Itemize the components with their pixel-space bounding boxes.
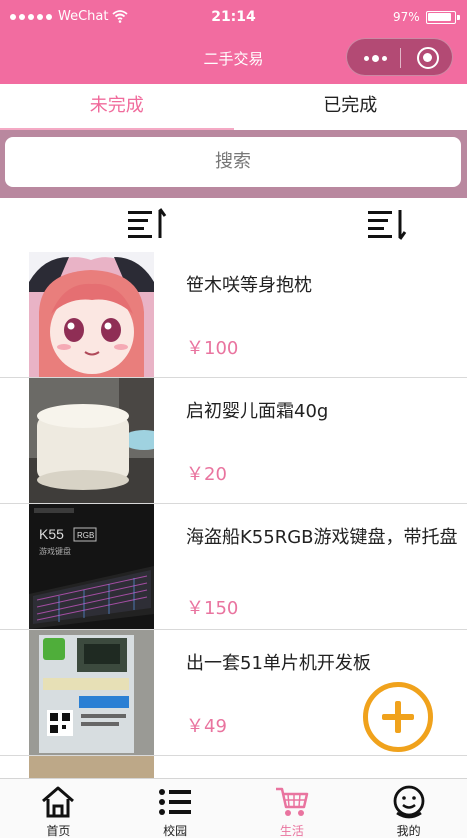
add-item-button[interactable] bbox=[363, 682, 433, 752]
capsule-divider bbox=[400, 48, 401, 68]
product-price: ￥49 bbox=[186, 716, 227, 737]
keyboard-box-model: K55 bbox=[39, 526, 64, 542]
tabbar-label: 生活 bbox=[279, 824, 304, 838]
keyboard-box-subtitle: 游戏键盘 bbox=[39, 546, 71, 556]
product-title: 启初婴儿面霜40g bbox=[186, 401, 329, 422]
sort-descending-icon[interactable] bbox=[366, 207, 410, 243]
search-bar: 搜索 bbox=[0, 130, 467, 198]
sort-ascending-icon[interactable] bbox=[126, 207, 170, 243]
list-icon bbox=[159, 789, 192, 815]
product-image-partial bbox=[29, 756, 154, 778]
list-item[interactable]: 启初婴儿面霜40g ￥20 bbox=[0, 378, 467, 504]
tabbar-mine[interactable]: 我的 bbox=[350, 779, 467, 838]
miniprogram-capsule bbox=[346, 38, 453, 76]
battery-icon bbox=[426, 11, 460, 24]
product-title: 海盗船K55RGB游戏键盘，带托盘 bbox=[186, 527, 458, 548]
tabbar-campus[interactable]: 校园 bbox=[117, 779, 234, 838]
bottom-tab-bar: 首页 校园 生活 我的 bbox=[0, 778, 467, 838]
status-bar: WeChat 21:14 97% bbox=[0, 0, 467, 36]
user-icon bbox=[393, 785, 425, 819]
list-item[interactable]: K55 RGB 游戏键盘 海盗船K55RGB游戏键盘，带托盘 ￥150 bbox=[0, 504, 467, 630]
home-icon bbox=[42, 786, 75, 818]
product-price: ￥100 bbox=[186, 338, 239, 359]
more-options-icon[interactable] bbox=[364, 55, 387, 62]
top-header: WeChat 21:14 97% 二手交易 bbox=[0, 0, 467, 84]
product-title: 笹木咲等身抱枕 bbox=[186, 275, 312, 296]
tabbar-label: 首页 bbox=[46, 824, 71, 838]
product-image-devboard bbox=[29, 630, 154, 755]
tab-unfinished[interactable]: 未完成 bbox=[0, 84, 234, 132]
tab-finished[interactable]: 已完成 bbox=[234, 84, 467, 130]
product-title: 出一套51单片机开发板 bbox=[186, 653, 371, 674]
list-item[interactable]: 笹木咲等身抱枕 ￥100 bbox=[0, 252, 467, 378]
product-image-keyboard: K55 RGB 游戏键盘 bbox=[29, 504, 154, 629]
tabbar-label: 我的 bbox=[396, 824, 421, 838]
close-miniprogram-icon[interactable] bbox=[417, 47, 439, 69]
cart-icon bbox=[275, 787, 309, 816]
sort-row bbox=[0, 198, 467, 252]
tabbar-label: 校园 bbox=[163, 824, 188, 838]
status-tabs: 未完成 已完成 bbox=[0, 84, 467, 132]
keyboard-box-rgb: RGB bbox=[77, 531, 94, 540]
product-price: ￥150 bbox=[186, 598, 239, 619]
tabbar-life[interactable]: 生活 bbox=[234, 779, 351, 838]
search-input[interactable]: 搜索 bbox=[5, 137, 461, 187]
product-list: 笹木咲等身抱枕 ￥100 启初婴儿面霜40g ￥20 K55 RGB 游戏键盘 … bbox=[0, 252, 467, 756]
product-image-cream bbox=[29, 378, 154, 503]
battery-percent: 97% bbox=[393, 10, 420, 24]
tabbar-home[interactable]: 首页 bbox=[0, 779, 117, 838]
product-price: ￥20 bbox=[186, 464, 227, 485]
product-image-pillow bbox=[29, 252, 154, 377]
